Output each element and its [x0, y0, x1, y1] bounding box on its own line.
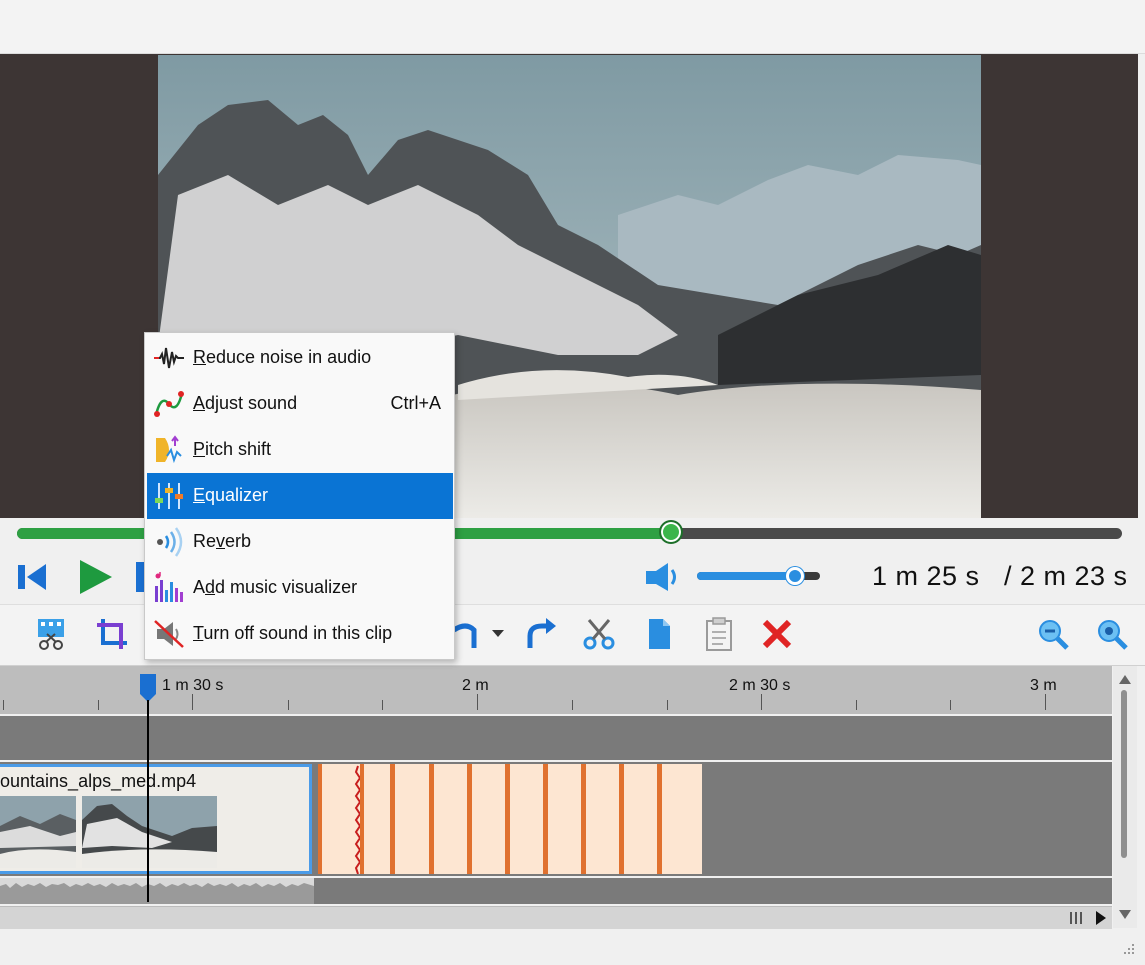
crop-button[interactable] — [94, 616, 130, 652]
menu-item-turn-off-sound[interactable]: Turn off sound in this clip — [147, 611, 453, 657]
playhead-marker-icon — [140, 674, 156, 702]
zoom-in-button[interactable] — [1094, 616, 1130, 652]
menu-item-reduce-noise[interactable]: Reduce noise in audio — [147, 335, 453, 381]
menu-item-label: Equalizer — [193, 485, 269, 505]
scroll-up-icon[interactable] — [1118, 672, 1132, 684]
menu-item-label: Add music visualizer — [193, 577, 358, 597]
menu-item-label: Reverb — [193, 531, 252, 551]
ruler-tick — [761, 694, 762, 710]
menu-item-shortcut: Ctrl+A — [390, 393, 441, 413]
playhead-line — [147, 700, 149, 902]
crop-icon — [97, 619, 127, 649]
zoom-in-icon — [1098, 620, 1128, 650]
adjust-sound-icon — [154, 391, 184, 417]
transition-clips[interactable] — [318, 764, 702, 875]
redo-button[interactable] — [522, 616, 558, 652]
menu-item-adjust-sound[interactable]: Adjust sound Ctrl+A — [147, 381, 453, 427]
speaker-icon — [646, 563, 676, 591]
progress-thumb[interactable] — [659, 520, 683, 544]
split-clip-icon — [38, 619, 64, 650]
pitch-shift-icon — [156, 435, 182, 464]
current-time: 1 m 25 s — [872, 561, 980, 591]
ruler-tick — [950, 700, 951, 710]
ruler-tick — [856, 700, 857, 710]
volume-fill — [697, 572, 795, 580]
chevron-down-icon — [492, 630, 504, 637]
paste-button[interactable] — [701, 616, 737, 652]
ruler-tick — [192, 694, 193, 710]
ruler-tick — [98, 700, 99, 710]
delete-icon — [762, 619, 792, 649]
timeline-track-upper[interactable] — [0, 716, 1112, 760]
equalizer-icon — [155, 483, 183, 509]
ruler-tick — [1045, 694, 1046, 710]
transition-stripes — [318, 764, 662, 875]
menu-item-music-visualizer[interactable]: Add music visualizer — [147, 565, 453, 611]
ruler-label: 2 m 30 s — [729, 677, 791, 694]
play-icon — [80, 560, 112, 594]
cut-icon — [583, 619, 615, 650]
audio-waveform[interactable] — [0, 878, 314, 904]
scroll-down-icon[interactable] — [1118, 908, 1132, 920]
redo-icon — [527, 618, 556, 648]
menu-item-label: Pitch shift — [193, 439, 272, 459]
play-button[interactable] — [76, 558, 114, 596]
music-visualizer-icon — [155, 572, 183, 602]
zoom-out-icon — [1039, 620, 1069, 650]
copy-icon — [649, 619, 670, 649]
delete-button[interactable] — [759, 616, 795, 652]
paste-icon — [706, 617, 732, 651]
menu-item-label: Adjust sound — [193, 393, 298, 413]
step-back-icon — [18, 564, 46, 590]
menu-item-reverb[interactable]: Reverb — [147, 519, 453, 565]
vertical-scroll-thumb[interactable] — [1121, 690, 1127, 858]
reverb-icon — [157, 527, 183, 557]
total-duration: / 2 m 23 s — [1004, 561, 1128, 591]
scroll-grip-icon — [1068, 911, 1084, 925]
ruler-label: 1 m 30 s — [162, 677, 224, 694]
noise-reduction-icon — [154, 347, 184, 369]
volume-button[interactable] — [644, 560, 684, 594]
copy-button[interactable] — [641, 616, 677, 652]
previous-frame-button[interactable] — [16, 560, 50, 594]
split-clip-button[interactable] — [33, 616, 69, 652]
clip-thumbnail — [82, 796, 217, 868]
audio-context-menu: Reduce noise in audio Adjust sound Ctrl+… — [144, 332, 455, 660]
ruler-tick — [3, 700, 4, 710]
ruler-tick — [382, 700, 383, 710]
mute-icon — [154, 620, 184, 648]
menu-item-label: Reduce noise in audio — [193, 347, 372, 367]
volume-thumb[interactable] — [786, 567, 804, 585]
clip-thumbnail — [0, 796, 76, 868]
ruler-label: 3 m — [1030, 677, 1057, 694]
ruler-tick — [667, 700, 668, 710]
undo-button[interactable] — [452, 616, 482, 652]
ruler-tick — [477, 694, 478, 710]
undo-icon — [452, 623, 477, 648]
scroll-right-icon[interactable] — [1094, 910, 1108, 926]
ruler-tick — [572, 700, 573, 710]
menu-item-text: educe noise in audio — [206, 347, 372, 367]
top-bar — [0, 0, 1145, 54]
menu-item-label: Turn off sound in this clip — [193, 623, 393, 643]
zoom-out-button[interactable] — [1035, 616, 1071, 652]
resize-grip-icon[interactable] — [1118, 940, 1138, 960]
ruler-label: 2 m — [462, 677, 489, 694]
horizontal-scrollbar[interactable] — [0, 906, 1112, 929]
playhead-handle[interactable] — [140, 674, 156, 702]
undo-history-dropdown[interactable] — [488, 616, 508, 652]
clip-filename: ountains_alps_med.mp4 — [0, 771, 197, 791]
cut-button[interactable] — [581, 616, 617, 652]
ruler-tick — [288, 700, 289, 710]
menu-item-pitch-shift[interactable]: Pitch shift — [147, 427, 453, 473]
menu-item-equalizer[interactable]: Equalizer — [147, 473, 453, 519]
